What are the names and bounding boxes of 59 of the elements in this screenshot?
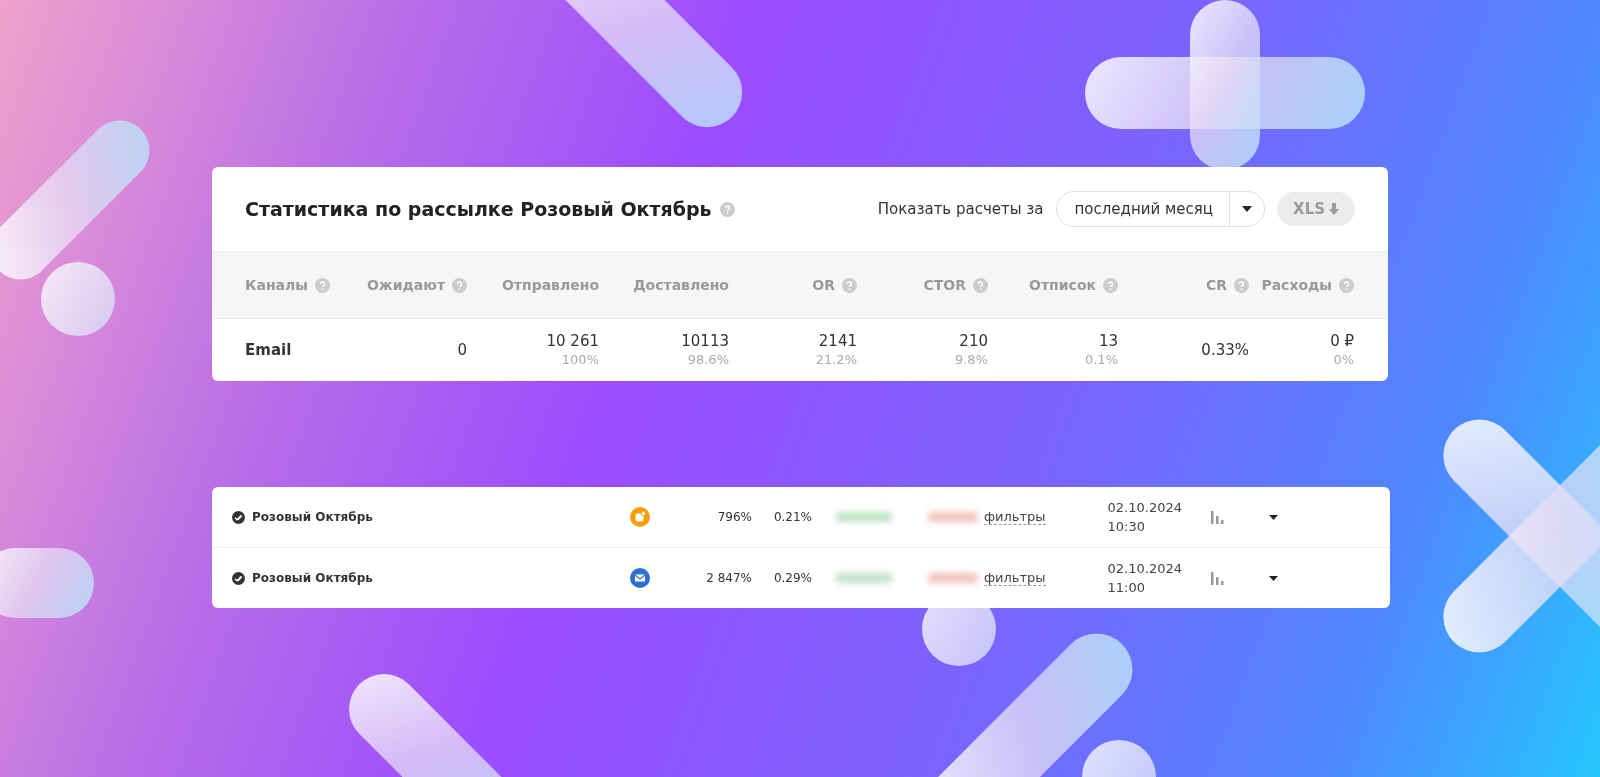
- caret-icon: [1242, 206, 1253, 212]
- table-cell: 0.1%: [1084, 351, 1118, 369]
- double-check-icon: [232, 571, 245, 585]
- table-cell-text: 0.29%: [772, 571, 812, 585]
- help-icon[interactable]: [452, 277, 467, 293]
- table-cell-text: 2 847%: [705, 571, 752, 585]
- help-icon[interactable]: [1339, 277, 1354, 293]
- filters-link[interactable]: фильтры: [984, 570, 1046, 586]
- table-cell: 0.33%: [1201, 340, 1249, 360]
- blurred-amount: [836, 573, 892, 583]
- help-icon[interactable]: [719, 201, 735, 217]
- help-icon[interactable]: [842, 277, 857, 293]
- table-cell: 2141: [818, 331, 857, 351]
- column-header: CTOR: [923, 277, 966, 293]
- table-cell-text: 796%: [716, 510, 752, 524]
- table-cell: 98.6%: [687, 351, 729, 369]
- column-header: OR: [812, 277, 835, 293]
- table-cell: 210: [959, 331, 988, 351]
- table-cell: 10 261: [546, 331, 599, 351]
- column-header: Отписок: [1029, 277, 1096, 293]
- help-icon[interactable]: [1234, 277, 1249, 293]
- help-icon[interactable]: [1103, 277, 1118, 293]
- blurred-amount: [836, 512, 892, 522]
- help-icon[interactable]: [973, 277, 988, 293]
- period-dropdown[interactable]: последний месяц: [1055, 191, 1266, 227]
- table-cell: 9.8%: [954, 351, 988, 369]
- panel-title: Статистика по рассылке Розовый Октябрь: [245, 198, 712, 220]
- push-notification-icon: [630, 507, 650, 527]
- table-cell: 0: [457, 340, 467, 360]
- download-icon: [1329, 203, 1339, 215]
- column-header: Доставлено: [633, 277, 729, 293]
- table-cell-text: 0.21%: [772, 510, 812, 524]
- bar-chart-icon[interactable]: [1211, 571, 1225, 585]
- caret-icon[interactable]: [1268, 514, 1278, 520]
- column-header: CR: [1205, 277, 1227, 293]
- table-cell: 0%: [1333, 351, 1354, 369]
- table-cell: Email: [245, 340, 292, 360]
- blurred-amount: [928, 512, 978, 522]
- column-header: Отправлено: [501, 277, 599, 293]
- table-cell: 0 ₽: [1330, 331, 1354, 351]
- column-header: Каналы: [245, 277, 308, 293]
- help-icon[interactable]: [314, 277, 330, 293]
- caret-icon[interactable]: [1268, 575, 1278, 581]
- mail-icon: [630, 568, 650, 588]
- table-cell: 100%: [561, 351, 599, 369]
- date-time: 02.10.2024 10:30: [1107, 499, 1182, 536]
- column-header: Расходы: [1261, 277, 1332, 293]
- campaign-name[interactable]: Розовый Октябрь: [252, 510, 612, 524]
- table-cell: 13: [1098, 331, 1118, 351]
- table-cell: 21.2%: [815, 351, 857, 369]
- campaign-name[interactable]: Розовый Октябрь: [252, 571, 612, 585]
- filters-link[interactable]: фильтры: [984, 509, 1046, 525]
- bar-chart-icon[interactable]: [1211, 510, 1225, 524]
- table-cell: 10113: [681, 331, 729, 351]
- period-label: Показать расчеты за: [877, 200, 1044, 218]
- column-header: Ожидают: [366, 277, 445, 293]
- double-check-icon: [232, 510, 245, 524]
- blurred-amount: [928, 573, 978, 583]
- date-time: 02.10.2024 11:00: [1107, 560, 1182, 597]
